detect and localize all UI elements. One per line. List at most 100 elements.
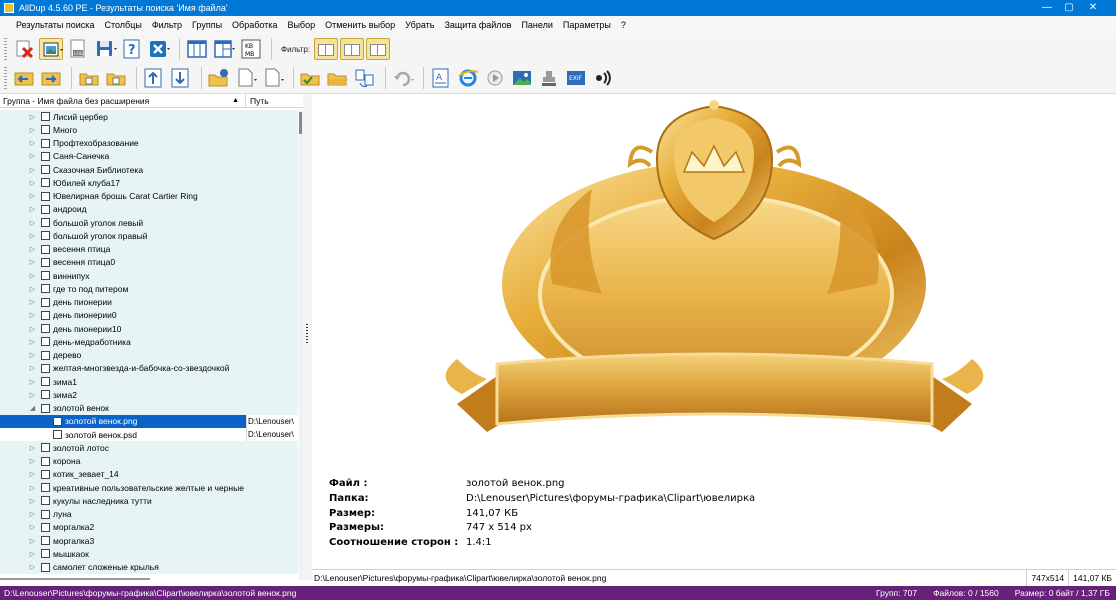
menu-groups[interactable]: Группы xyxy=(192,20,222,30)
group-row[interactable]: ▷ Много xyxy=(0,123,298,137)
file-row[interactable]: ▷золотой венок.png D:\Lenouser\ xyxy=(0,414,298,428)
collapsed-arrow-icon[interactable]: ▷ xyxy=(28,391,37,399)
group-row[interactable]: ▷ самолет сложеные крылья xyxy=(0,560,298,574)
row-checkbox[interactable] xyxy=(41,509,50,519)
group-row[interactable]: ▷ кукулы наследника тутти xyxy=(0,494,298,508)
collapsed-arrow-icon[interactable]: ▷ xyxy=(28,563,37,571)
collapsed-arrow-icon[interactable]: ▷ xyxy=(28,298,37,306)
collapsed-arrow-icon[interactable]: ▷ xyxy=(28,205,37,213)
group-row[interactable]: ▷ Юбилей клуба17 xyxy=(0,176,298,190)
group-row[interactable]: ▷ день-медработника xyxy=(0,335,298,349)
row-checkbox[interactable] xyxy=(41,191,50,201)
group-row[interactable]: ▷ креативные пользовательские желтые и че… xyxy=(0,481,298,495)
collapsed-arrow-icon[interactable]: ▷ xyxy=(28,378,37,386)
row-checkbox[interactable] xyxy=(41,469,50,479)
row-checkbox[interactable] xyxy=(41,310,50,320)
collapsed-arrow-icon[interactable]: ▷ xyxy=(28,232,37,240)
folder-add-button[interactable] xyxy=(77,67,101,89)
filter-button-3[interactable] xyxy=(366,38,391,60)
row-checkbox[interactable] xyxy=(41,112,50,122)
collapsed-arrow-icon[interactable]: ▷ xyxy=(28,338,37,346)
row-checkbox[interactable] xyxy=(41,231,50,241)
row-checkbox[interactable] xyxy=(41,390,50,400)
group-row[interactable]: ▷ моргалка2 xyxy=(0,520,298,534)
group-row[interactable]: ▷ Ювелирная брошь Carat Cartier Ring xyxy=(0,189,298,203)
group-row[interactable]: ▷ мышкаок xyxy=(0,547,298,561)
open-folder-button[interactable] xyxy=(326,67,350,89)
expand-right-button[interactable] xyxy=(39,67,63,89)
group-row[interactable]: ▷ луна xyxy=(0,507,298,521)
row-checkbox[interactable] xyxy=(41,350,50,360)
row-checkbox[interactable] xyxy=(41,377,50,387)
row-checkbox[interactable] xyxy=(41,536,50,546)
undo-button[interactable] xyxy=(391,67,415,89)
close-button[interactable]: ✕ xyxy=(1070,0,1116,16)
row-checkbox[interactable] xyxy=(41,337,50,347)
move-up-button[interactable] xyxy=(142,67,166,89)
group-row[interactable]: ▷ большой уголок правый xyxy=(0,229,298,243)
menu-help[interactable]: ? xyxy=(621,20,626,30)
row-checkbox[interactable] xyxy=(41,456,50,466)
collapsed-arrow-icon[interactable]: ▷ xyxy=(28,126,37,134)
group-row[interactable]: ▷ золотой лотос xyxy=(0,441,298,455)
row-checkbox[interactable] xyxy=(41,363,50,373)
group-row[interactable]: ▷ день пионерии10 xyxy=(0,322,298,336)
menu-select[interactable]: Выбор xyxy=(287,20,315,30)
group-row[interactable]: ▷ моргалка3 xyxy=(0,534,298,548)
group-row[interactable]: ▷ день пионерии0 xyxy=(0,308,298,322)
menu-remove[interactable]: Убрать xyxy=(405,20,434,30)
collapsed-arrow-icon[interactable]: ▷ xyxy=(28,152,37,160)
group-row[interactable]: ▷ виннипух xyxy=(0,269,298,283)
preview-toggle-button[interactable] xyxy=(39,38,63,60)
menu-search-results[interactable]: Результаты поиска xyxy=(16,20,94,30)
group-row[interactable]: ▷ Профтехобразование xyxy=(0,136,298,150)
row-checkbox[interactable] xyxy=(41,324,50,334)
check-folder-button[interactable] xyxy=(299,67,323,89)
collapsed-arrow-icon[interactable]: ▷ xyxy=(28,219,37,227)
collapsed-arrow-icon[interactable]: ▷ xyxy=(28,272,37,280)
new-file-button[interactable] xyxy=(234,67,258,89)
row-checkbox[interactable] xyxy=(41,125,50,135)
pane-splitter[interactable] xyxy=(303,94,312,580)
collapsed-arrow-icon[interactable]: ▷ xyxy=(28,470,37,478)
row-checkbox[interactable] xyxy=(41,522,50,532)
row-checkbox[interactable] xyxy=(41,257,50,267)
group-row[interactable]: ▷ весення птица xyxy=(0,242,298,256)
collapsed-arrow-icon[interactable]: ▷ xyxy=(28,364,37,372)
delete-results-button[interactable] xyxy=(12,38,36,60)
group-row[interactable]: ▷ зима1 xyxy=(0,375,298,389)
group-row[interactable]: ▷ дерево xyxy=(0,348,298,362)
collapsed-arrow-icon[interactable]: ▷ xyxy=(28,166,37,174)
menu-settings[interactable]: Параметры xyxy=(563,20,611,30)
row-checkbox[interactable] xyxy=(53,430,62,440)
row-checkbox[interactable] xyxy=(41,562,50,572)
row-checkbox[interactable] xyxy=(41,138,50,148)
filter-button-1[interactable] xyxy=(314,38,339,60)
menu-columns[interactable]: Столбцы xyxy=(104,20,141,30)
row-checkbox[interactable] xyxy=(41,218,50,228)
units-kbmb-button[interactable]: KB MB xyxy=(239,38,263,60)
collapsed-arrow-icon[interactable]: ▷ xyxy=(28,510,37,518)
row-checkbox[interactable] xyxy=(41,165,50,175)
collapse-left-button[interactable] xyxy=(12,67,36,89)
row-checkbox[interactable] xyxy=(41,496,50,506)
group-row[interactable]: ▷ андроид xyxy=(0,202,298,216)
collapsed-arrow-icon[interactable]: ▷ xyxy=(28,139,37,147)
menu-panels[interactable]: Панели xyxy=(521,20,552,30)
tree-horizontal-scrollbar[interactable] xyxy=(0,578,150,580)
group-row[interactable]: ▷ желтая-многзвезда-и-бабочка-со-звездочк… xyxy=(0,361,298,375)
row-checkbox[interactable] xyxy=(41,403,50,413)
compare-button[interactable] xyxy=(353,67,377,89)
collapsed-arrow-icon[interactable]: ▷ xyxy=(28,497,37,505)
stamp-button[interactable] xyxy=(537,67,561,89)
group-row[interactable]: ▷ весення птица0 xyxy=(0,255,298,269)
row-checkbox[interactable] xyxy=(41,297,50,307)
menu-file-protection[interactable]: Защита файлов xyxy=(444,20,511,30)
image-viewer-button[interactable] xyxy=(510,67,534,89)
row-checkbox[interactable] xyxy=(41,244,50,254)
collapsed-arrow-icon[interactable]: ▷ xyxy=(28,550,37,558)
row-checkbox[interactable] xyxy=(41,483,50,493)
collapsed-arrow-icon[interactable]: ▷ xyxy=(28,258,37,266)
row-checkbox[interactable] xyxy=(41,443,50,453)
group-row[interactable]: ▷ большой уголок левый xyxy=(0,216,298,230)
